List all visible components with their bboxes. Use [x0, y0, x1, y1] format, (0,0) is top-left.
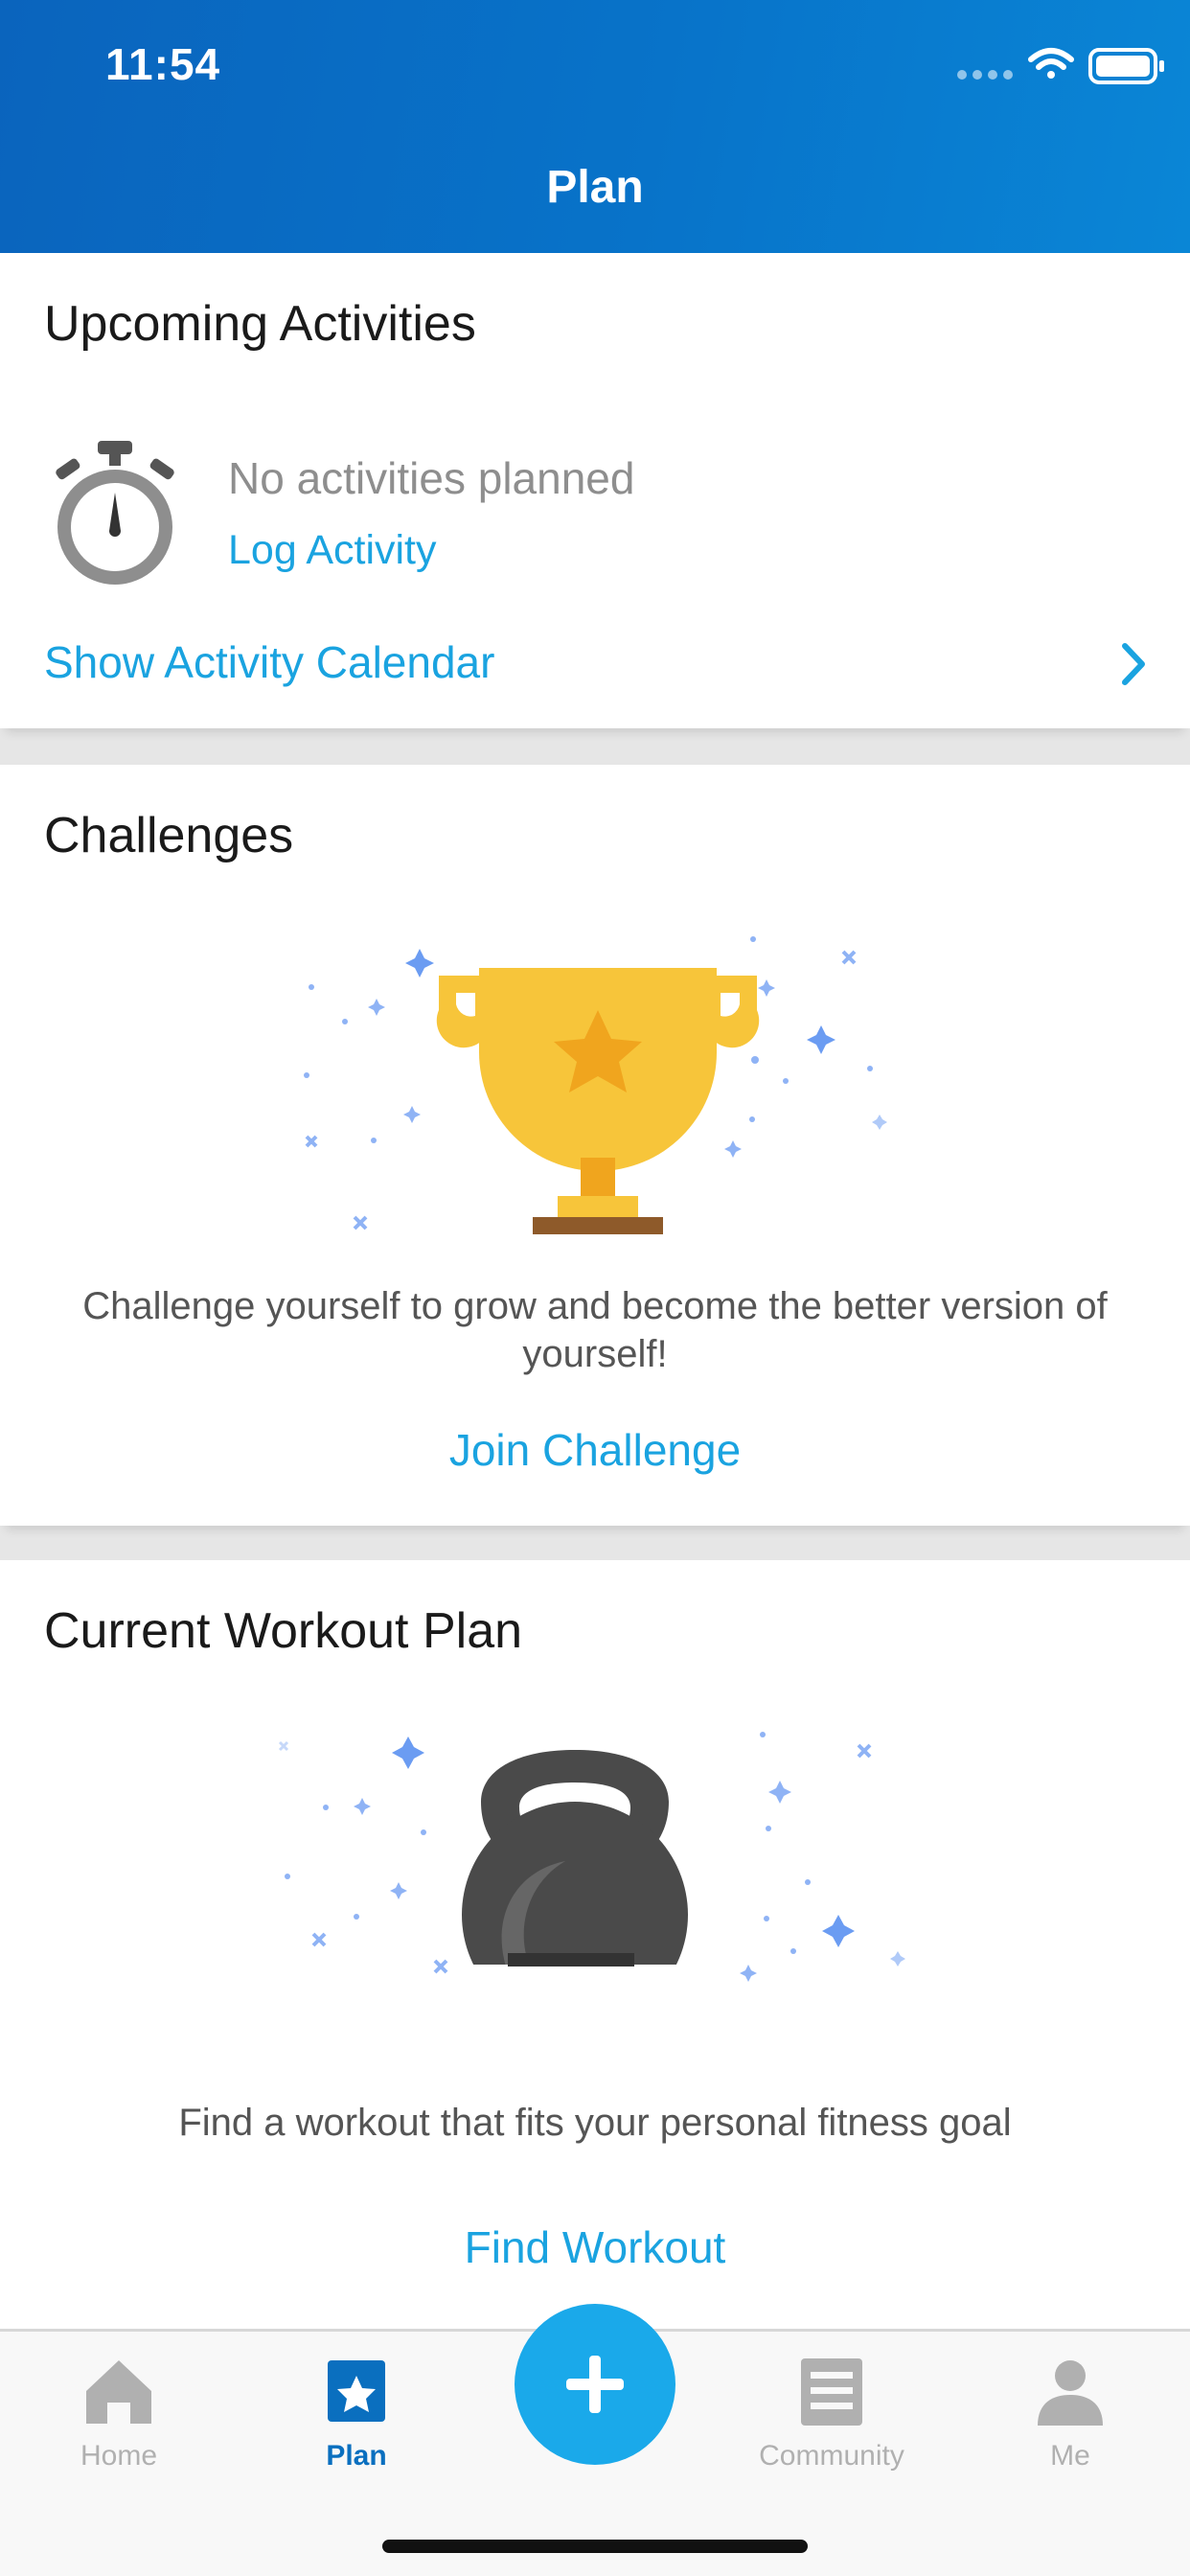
log-activity-link[interactable]: Log Activity	[228, 527, 437, 574]
chevron-right-icon[interactable]	[1115, 640, 1154, 688]
status-icons	[903, 42, 1190, 90]
tab-plan[interactable]: Plan	[261, 2353, 452, 2472]
person-icon	[1038, 2360, 1103, 2426]
plus-icon	[566, 2356, 624, 2413]
find-workout-button[interactable]: Find Workout	[0, 2221, 1190, 2273]
challenges-description: Challenge yourself to grow and become th…	[82, 1285, 1108, 1375]
tab-community[interactable]: Community	[736, 2353, 927, 2472]
add-button[interactable]	[515, 2304, 675, 2465]
tab-home[interactable]: Home	[23, 2353, 215, 2472]
upcoming-title: Upcoming Activities	[44, 296, 476, 352]
page-title: Plan	[546, 162, 644, 213]
no-activities-text: No activities planned	[228, 453, 635, 503]
workout-title: Current Workout Plan	[44, 1603, 523, 1659]
kettlebell-illustration	[278, 1732, 905, 2001]
upcoming-activities-card: Upcoming Activities No activities planne…	[0, 253, 1190, 728]
join-challenge-button[interactable]: Join Challenge	[0, 1424, 1190, 1476]
home-indicator	[382, 2540, 808, 2553]
challenges-card: Challenges Challenge yourself to grow an…	[0, 765, 1190, 1526]
star-calendar-icon	[328, 2360, 385, 2422]
workout-plan-card: Current Workout Plan Find a workout that…	[0, 1560, 1190, 2329]
house-icon	[86, 2360, 151, 2424]
tab-label: Home	[80, 2440, 158, 2472]
tab-me[interactable]: Me	[974, 2353, 1166, 2472]
tab-label: Me	[1050, 2440, 1090, 2472]
workout-description: Find a workout that fits your personal f…	[178, 2102, 1012, 2144]
battery-icon	[1088, 48, 1164, 84]
show-calendar-link[interactable]: Show Activity Calendar	[44, 636, 494, 688]
top-header: 11:54 Plan	[0, 0, 1190, 253]
newspaper-icon	[801, 2358, 862, 2426]
trophy-illustration	[304, 936, 887, 1234]
wifi-icon	[1028, 48, 1074, 79]
status-time: 11:54	[105, 39, 221, 89]
tab-label: Plan	[326, 2440, 387, 2472]
tab-label: Community	[759, 2440, 904, 2472]
challenges-title: Challenges	[44, 808, 294, 863]
stopwatch-icon	[56, 441, 174, 585]
signal-icon	[957, 70, 1013, 80]
